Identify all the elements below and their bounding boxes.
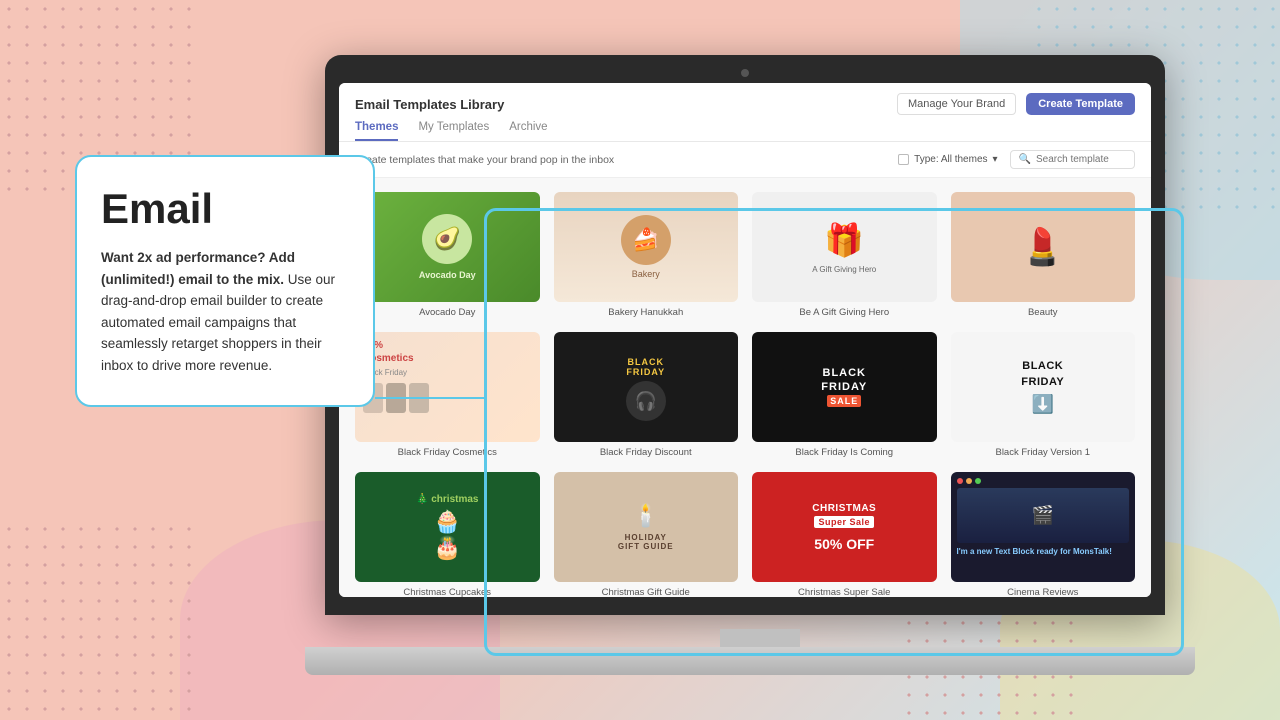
dots-bottom-left — [0, 520, 200, 720]
manage-brand-button[interactable]: Manage Your Brand — [897, 93, 1016, 115]
template-item-cinema[interactable]: 🎬 I'm a new Text Block ready for MonsTal… — [951, 472, 1136, 597]
cake-icon-2: 🎂 — [434, 535, 461, 561]
search-box[interactable]: 🔍 — [1010, 150, 1135, 169]
gift-guide-text: HOLIDAYGIFT GUIDE — [618, 533, 674, 551]
bakery-text: Bakery — [632, 269, 660, 279]
template-item-bf-coming[interactable]: BLACKFRIDAYSALE Black Friday Is Coming — [752, 332, 937, 458]
filter-control[interactable]: Type: All themes ▾ — [898, 154, 997, 165]
template-thumb-beauty: 💄 — [951, 192, 1136, 302]
dot-green — [975, 478, 981, 484]
template-label-bf-v1: Black Friday Version 1 — [995, 447, 1090, 458]
info-card: Email Want 2x ad performance? Add (unlim… — [75, 155, 375, 407]
template-thumb-avocado: 🥑 Avocado Day — [355, 192, 540, 302]
template-thumb-xmas-guide: 🕯️ HOLIDAYGIFT GUIDE — [554, 472, 739, 582]
template-item-cosmetics[interactable]: 30% Cosmetics Black Friday Black Friday … — [355, 332, 540, 458]
candle-icon: 🕯️ — [632, 503, 659, 529]
template-thumb-xmas-sale: CHRISTMASSuper Sale 50% OFF — [752, 472, 937, 582]
template-label-xmas-cupcakes: Christmas Cupcakes — [403, 587, 491, 597]
template-item-bf-discount[interactable]: BLACKFRIDAY 🎧 Black Friday Discount — [554, 332, 739, 458]
template-item-beauty[interactable]: 💄 Beauty — [951, 192, 1136, 318]
bf-v1-text: BLACKFRIDAY — [1021, 359, 1064, 390]
template-label-cinema: Cinema Reviews — [1007, 587, 1078, 597]
connector-line — [375, 397, 485, 399]
template-thumb-bf-v1: BLACKFRIDAY ⬇️ — [951, 332, 1136, 442]
laptop: Email Templates Library Manage Your Bran… — [325, 55, 1195, 675]
cupcake-icon: 🧁 — [434, 509, 461, 535]
dot-yellow — [966, 478, 972, 484]
toolbar-right: Type: All themes ▾ 🔍 — [898, 150, 1135, 169]
tab-archive[interactable]: Archive — [509, 121, 547, 141]
template-label-bf-coming: Black Friday Is Coming — [795, 447, 893, 458]
templates-grid: 🥑 Avocado Day Avocado Day 🍰 Bakery Baker… — [339, 178, 1151, 597]
gift-icon: 🎁 — [824, 221, 864, 259]
cinema-dots — [957, 478, 981, 484]
template-label-cosmetics: Black Friday Cosmetics — [398, 447, 497, 458]
xmas-sale-text: CHRISTMASSuper Sale — [812, 502, 876, 530]
template-label-gift: Be A Gift Giving Hero — [799, 307, 889, 318]
tab-my-templates[interactable]: My Templates — [418, 121, 489, 141]
laptop-base — [305, 647, 1195, 675]
search-input[interactable] — [1036, 154, 1126, 165]
app-toolbar: Create templates that make your brand po… — [339, 142, 1151, 178]
template-label-bakery: Bakery Hanukkah — [608, 307, 683, 318]
cinema-label: I'm a new Text Block ready for MonsTalk! — [957, 547, 1112, 556]
template-label-avocado: Avocado Day — [419, 307, 475, 318]
info-card-description: Want 2x ad performance? Add (unlimited!)… — [101, 247, 349, 377]
laptop-screen: Email Templates Library Manage Your Bran… — [339, 83, 1151, 597]
super-sale-badge: Super Sale — [814, 516, 874, 528]
chevron-down-icon: ▾ — [993, 154, 998, 165]
xmas-cupcakes-title: 🎄 christmas — [416, 494, 478, 505]
create-template-button[interactable]: Create Template — [1026, 93, 1135, 115]
bf-discount-text: BLACKFRIDAY — [622, 353, 669, 381]
app-header-actions: Manage Your Brand Create Template — [897, 93, 1135, 115]
template-item-xmas-sale[interactable]: CHRISTMASSuper Sale 50% OFF Christmas Su… — [752, 472, 937, 597]
laptop-screen-outer: Email Templates Library Manage Your Bran… — [325, 55, 1165, 615]
template-item-xmas-guide[interactable]: 🕯️ HOLIDAYGIFT GUIDE Christmas Gift Guid… — [554, 472, 739, 597]
headphones-icon: 🎧 — [626, 381, 666, 421]
laptop-camera — [741, 69, 749, 77]
cinema-poster: 🎬 — [957, 488, 1130, 543]
template-thumb-cinema: 🎬 I'm a new Text Block ready for MonsTal… — [951, 472, 1136, 582]
avocado-icon: 🥑 — [422, 214, 472, 264]
template-thumb-bakery: 🍰 Bakery — [554, 192, 739, 302]
template-item-gift[interactable]: 🎁 A Gift Giving Hero Be A Gift Giving He… — [752, 192, 937, 318]
bf-sale-badge: SALE — [827, 395, 861, 407]
template-label-bf-discount: Black Friday Discount — [600, 447, 692, 458]
filter-checkbox[interactable] — [898, 154, 909, 165]
template-thumb-cosmetics: 30% Cosmetics Black Friday — [355, 332, 540, 442]
template-label-xmas-guide: Christmas Gift Guide — [602, 587, 690, 597]
gift-text: A Gift Giving Hero — [812, 265, 876, 274]
template-label-xmas-sale: Christmas Super Sale — [798, 587, 890, 597]
bf-coming-text: BLACKFRIDAYSALE — [821, 366, 867, 409]
cake-icon: 🍰 — [621, 215, 671, 265]
template-thumb-gift: 🎁 A Gift Giving Hero — [752, 192, 937, 302]
search-icon: 🔍 — [1019, 154, 1031, 165]
template-thumb-bf-discount: BLACKFRIDAY 🎧 — [554, 332, 739, 442]
app-header-top: Email Templates Library Manage Your Bran… — [355, 93, 1135, 115]
info-card-bold: Want 2x ad performance? Add (unlimited!)… — [101, 250, 295, 287]
template-label-beauty: Beauty — [1028, 307, 1058, 318]
app-title: Email Templates Library — [355, 97, 504, 112]
avocado-text: Avocado Day — [419, 270, 476, 280]
app-nav: Themes My Templates Archive — [355, 121, 1135, 141]
template-item-avocado-day[interactable]: 🥑 Avocado Day Avocado Day — [355, 192, 540, 318]
template-item-bakery[interactable]: 🍰 Bakery Bakery Hanukkah — [554, 192, 739, 318]
dot-red — [957, 478, 963, 484]
info-card-title: Email — [101, 185, 349, 233]
template-item-xmas-cupcakes[interactable]: 🎄 christmas 🧁 🎂 Christmas Cupcakes — [355, 472, 540, 597]
xmas-sale-percent: 50% OFF — [814, 536, 874, 552]
toolbar-subtitle: Create templates that make your brand po… — [355, 154, 614, 166]
template-thumb-xmas-cupcakes: 🎄 christmas 🧁 🎂 — [355, 472, 540, 582]
filter-label: Type: All themes — [914, 154, 987, 165]
laptop-stand — [720, 629, 800, 647]
bf-v1-icon: ⬇️ — [1032, 394, 1054, 415]
template-thumb-bf-coming: BLACKFRIDAYSALE — [752, 332, 937, 442]
app-header: Email Templates Library Manage Your Bran… — [339, 83, 1151, 142]
template-item-bf-v1[interactable]: BLACKFRIDAY ⬇️ Black Friday Version 1 — [951, 332, 1136, 458]
tab-themes[interactable]: Themes — [355, 121, 398, 141]
beauty-icon: 💄 — [1020, 226, 1065, 268]
